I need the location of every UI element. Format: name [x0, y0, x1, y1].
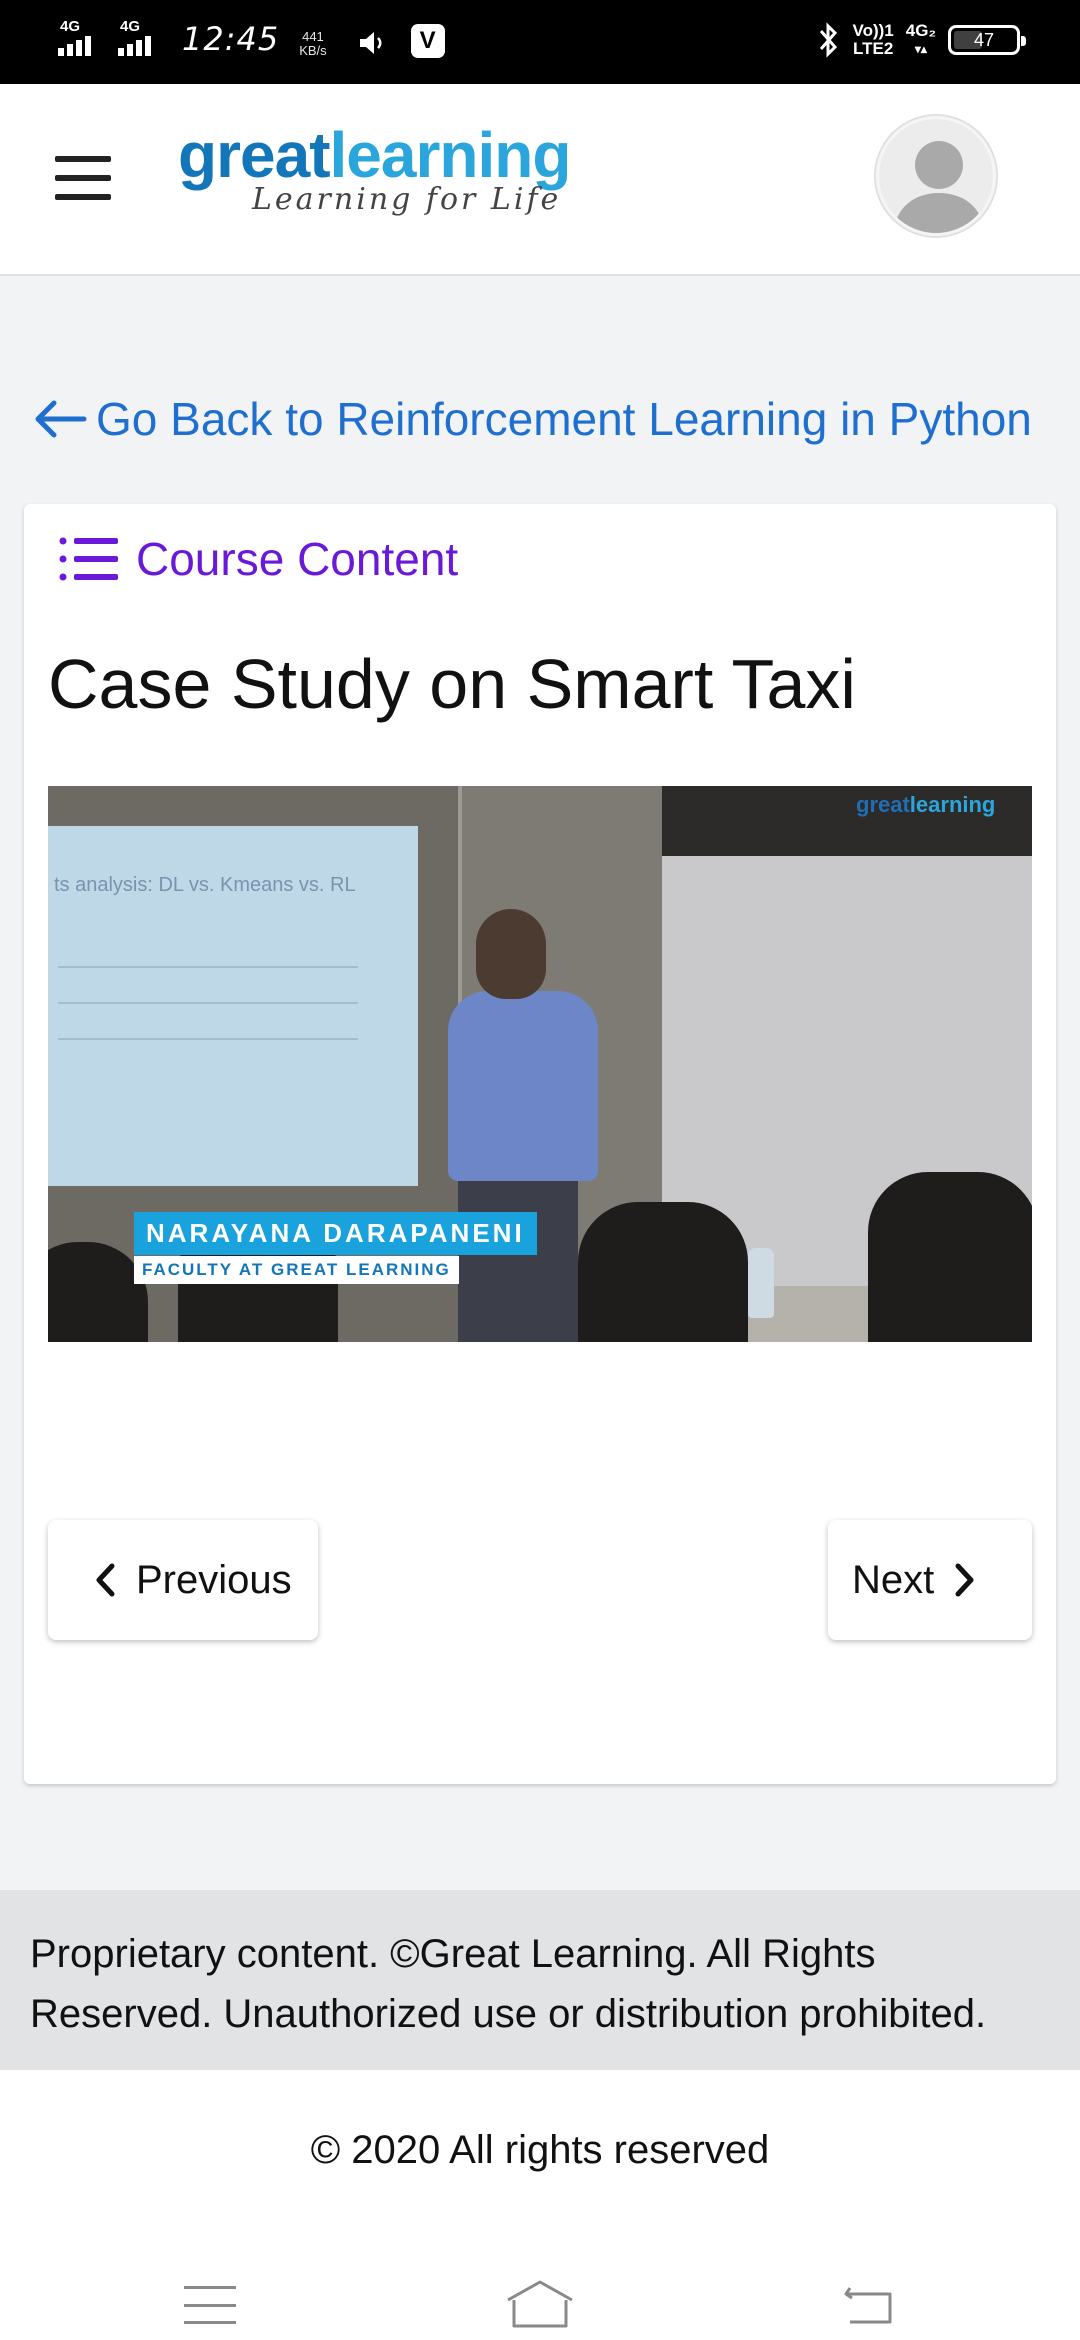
clock: 12:45 [182, 20, 280, 58]
hamburger-menu-icon[interactable] [55, 156, 111, 200]
next-label: Next [852, 1557, 935, 1602]
volte-indicator: Vo))1 LTE2 [853, 22, 894, 58]
back-icon[interactable] [842, 2280, 896, 2326]
video-watermark: greatlearning [856, 792, 995, 818]
net-speed-value: 441 [302, 29, 324, 44]
net-speed-unit: KB/s [299, 43, 327, 58]
volume-icon [359, 32, 382, 54]
great-learning-logo[interactable]: greatlearning Learning for Life [178, 119, 572, 217]
vpn-app-icon: V [410, 24, 445, 58]
network-type-3-label: 4G₂ [905, 21, 936, 40]
network-type: 4G [60, 18, 81, 35]
volte-top: Vo))1 [852, 21, 894, 40]
course-content-label: Course Content [136, 533, 459, 585]
app-header: greatlearning Learning for Life [0, 84, 1080, 276]
presenter [448, 991, 598, 1181]
signal-icon: 4G [58, 18, 104, 58]
back-link-label: Go Back to Reinforcement Learning in Pyt… [96, 393, 1032, 445]
video-player[interactable]: ts analysis: DL vs. Kmeans vs. RL greatl… [48, 786, 1032, 1342]
network-type-2: 4G [120, 18, 141, 35]
home-icon[interactable] [504, 2278, 576, 2330]
chevron-left-icon [96, 1563, 115, 1597]
projector-screen: ts analysis: DL vs. Kmeans vs. RL [48, 826, 418, 1186]
presenter-role: FACULTY AT GREAT LEARNING [134, 1256, 459, 1284]
net-speed: 441 KB/s [299, 30, 326, 58]
menu-icon[interactable] [184, 2286, 236, 2324]
projector-screen-text: ts analysis: DL vs. Kmeans vs. RL [54, 874, 356, 896]
previous-button[interactable]: Previous [48, 1520, 318, 1640]
back-to-course-link[interactable]: Go Back to Reinforcement Learning in Pyt… [32, 392, 1032, 446]
arrow-left-icon [35, 400, 87, 438]
page-footer: © 2020 All rights reserved [0, 2070, 1080, 2340]
logo-part-1: great [178, 119, 330, 191]
video-watermark-part-1: great [856, 792, 910, 817]
lesson-title: Case Study on Smart Taxi [48, 645, 856, 723]
network-type-3: 4G₂ ▾▴ [905, 21, 936, 57]
chevron-right-icon [955, 1563, 974, 1597]
next-button[interactable]: Next [828, 1520, 1032, 1640]
battery-icon: 47 [948, 25, 1026, 55]
course-content-button[interactable]: Course Content [58, 532, 458, 586]
user-avatar-icon[interactable] [876, 116, 996, 236]
signal-icon-2: 4G [118, 18, 164, 58]
video-watermark-part-2: learning [909, 792, 996, 817]
lesson-card: Course Content Case Study on Smart Taxi … [24, 504, 1056, 1784]
logo-tagline: Learning for Life [252, 182, 562, 217]
volte-bottom: LTE2 [852, 39, 894, 58]
list-icon [59, 537, 118, 581]
logo-part-2: learning [329, 119, 572, 191]
water-bottle [748, 1248, 774, 1318]
status-bar: 4G 4G 12:45 441 KB/s V Vo))1 LTE2 4G₂ ▾▴ [0, 0, 1080, 84]
presenter-name: NARAYANA DARAPANENI [134, 1212, 537, 1255]
battery-level: 47 [973, 29, 995, 50]
bluetooth-icon [819, 22, 837, 58]
copyright-text: © 2020 All rights reserved [310, 2128, 770, 2172]
proprietary-disclaimer: Proprietary content. ©Great Learning. Al… [0, 1890, 1080, 2070]
system-navigation-bar [0, 2240, 1080, 2340]
previous-label: Previous [136, 1557, 292, 1602]
